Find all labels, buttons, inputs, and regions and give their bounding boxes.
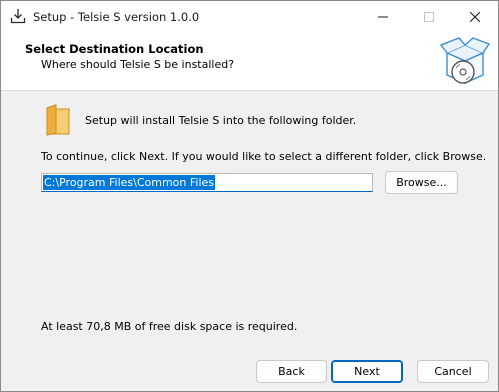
close-button[interactable] [452, 1, 498, 32]
setup-download-icon [10, 8, 26, 24]
maximize-button[interactable] [406, 1, 452, 32]
wizard-footer: Back Next Cancel [1, 347, 498, 391]
next-button[interactable]: Next [331, 360, 403, 383]
browse-button[interactable]: Browse... [385, 171, 458, 194]
page-title: Select Destination Location [25, 42, 204, 56]
title-bar: Setup - Telsie S version 1.0.0 [1, 1, 498, 32]
maximize-icon [424, 11, 434, 22]
instruction-text: To continue, click Next. If you would li… [41, 150, 487, 163]
destination-path-value: C:\Program Files\Common Files [43, 175, 216, 190]
close-icon [470, 11, 480, 22]
window-title: Setup - Telsie S version 1.0.0 [33, 10, 200, 24]
cancel-button[interactable]: Cancel [417, 360, 489, 383]
destination-path-input[interactable]: C:\Program Files\Common Files [41, 173, 373, 192]
page-subtitle: Where should Telsie S be installed? [41, 58, 235, 71]
install-box-disc-icon [439, 35, 491, 87]
disk-space-text: At least 70,8 MB of free disk space is r… [41, 320, 298, 333]
intro-text: Setup will install Telsie S into the fol… [85, 114, 357, 127]
setup-window: Setup - Telsie S version 1.0.0 Select De… [0, 0, 499, 392]
minimize-button[interactable] [360, 1, 406, 32]
wizard-content: Setup will install Telsie S into the fol… [1, 91, 498, 346]
folder-icon [44, 104, 72, 136]
wizard-header: Select Destination Location Where should… [1, 32, 498, 91]
minimize-icon [378, 12, 388, 22]
back-button[interactable]: Back [256, 360, 327, 383]
